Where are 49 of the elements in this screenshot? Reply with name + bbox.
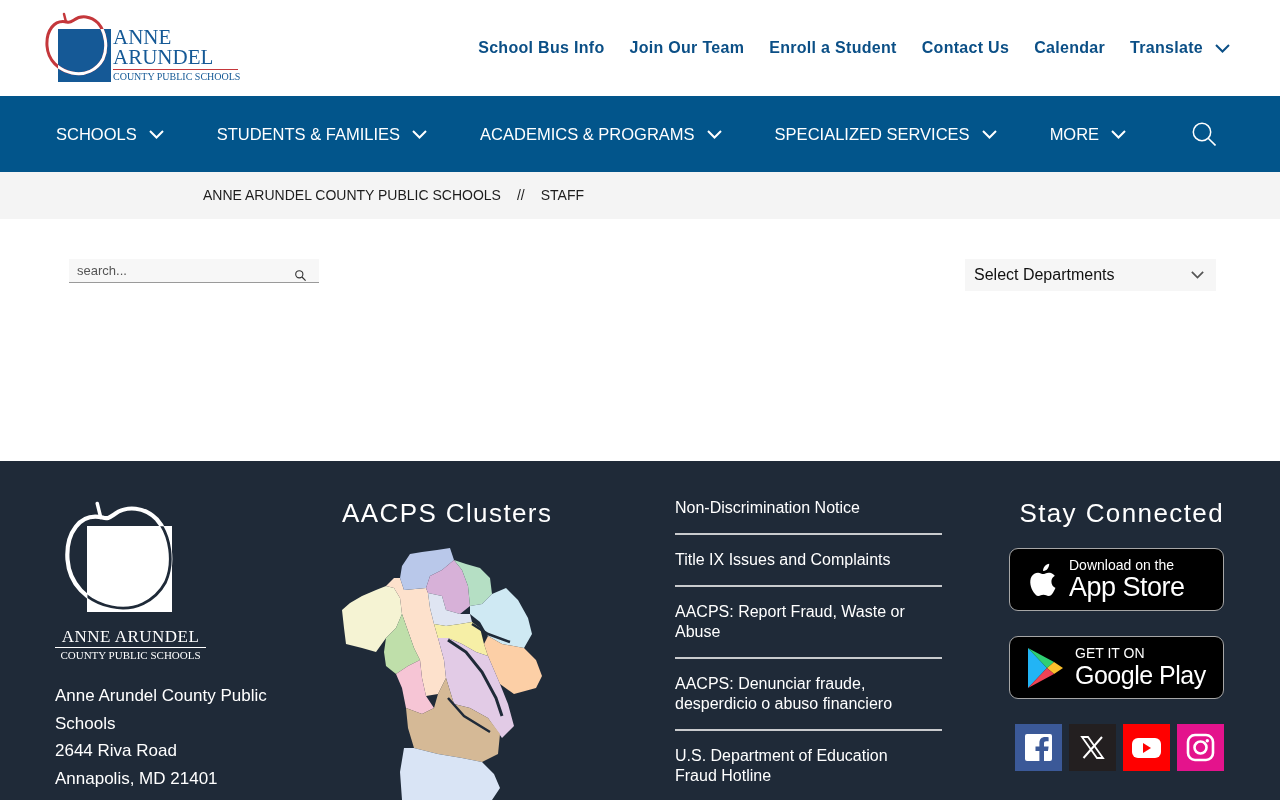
instagram-icon[interactable] (1177, 724, 1224, 771)
logo-text: ANNE (113, 27, 172, 47)
footer-link[interactable]: Title IX Issues and Complaints (675, 550, 920, 570)
youtube-icon[interactable] (1123, 724, 1170, 771)
x-logo-icon[interactable] (1069, 724, 1116, 771)
translate-menu[interactable]: Translate (1130, 36, 1230, 60)
app-store-badge[interactable]: Download on the App Store (1009, 548, 1224, 611)
clusters-heading: AACPS Clusters (342, 498, 553, 528)
utility-link[interactable]: Enroll a Student (769, 36, 897, 60)
logo-text: ARUNDEL (113, 47, 214, 67)
footer-link[interactable]: AACPS: Denunciar fraude, desperdicio o abuso financiero (675, 674, 920, 714)
footer-link[interactable]: Non-Discrimination Notice (675, 498, 920, 518)
footer-link[interactable]: AACPS: Report Fraud, Waste or Abuse (675, 602, 920, 642)
chevron-down-icon (148, 129, 164, 139)
logo-text: ANNE ARUNDEL (61, 628, 200, 646)
footer-link[interactable]: U.S. Department of Education Fraud Hotline (675, 746, 920, 786)
chevron-down-icon (706, 129, 722, 139)
nav-menu-button[interactable]: MORE (1049, 121, 1127, 147)
apple-icon (1027, 561, 1057, 598)
chevron-down-icon (1215, 43, 1230, 53)
chevron-down-icon (1191, 271, 1204, 279)
breadcrumb-link[interactable]: ANNE ARUNDEL COUNTY PUBLIC SCHOOLS (203, 185, 501, 206)
nav-menu-button[interactable]: SPECIALIZED SERVICES (774, 121, 997, 147)
breadcrumb-separator: // (516, 186, 525, 205)
nav-menu-button[interactable]: ACADEMICS & PROGRAMS (480, 121, 722, 147)
chevron-down-icon (412, 129, 428, 139)
utility-link[interactable]: School Bus Info (478, 36, 605, 60)
utility-link[interactable]: Join Our Team (629, 36, 745, 60)
chevron-down-icon (981, 129, 997, 139)
breadcrumb-current: STAFF (540, 186, 585, 205)
stay-connected-heading: Stay Connected (1019, 498, 1224, 528)
search-field[interactable]: search... (69, 259, 319, 283)
address-line: 2644 Riva Road (55, 740, 178, 762)
department-select[interactable]: Select Departments (965, 259, 1216, 291)
logo-text: COUNTY PUBLIC SCHOOLS (60, 649, 201, 661)
nav-menu-button[interactable]: STUDENTS & FAMILIES (216, 121, 428, 147)
google-play-badge[interactable]: GET IT ON Google Play (1009, 636, 1224, 699)
utility-link[interactable]: Calendar (1034, 36, 1106, 60)
logo-text: COUNTY PUBLIC SCHOOLS (113, 71, 241, 82)
play-triangle-icon (1025, 645, 1065, 690)
search-icon[interactable] (1192, 122, 1216, 146)
apple-square-icon[interactable] (45, 12, 112, 84)
nav-menu-button[interactable]: SCHOOLS (56, 121, 164, 147)
facebook-icon[interactable] (1015, 724, 1062, 771)
address-line: Annapolis, MD 21401 (55, 767, 219, 790)
utility-link[interactable]: Contact Us (921, 36, 1010, 60)
chevron-down-icon (1111, 129, 1127, 139)
address-line: Anne Arundel County Public Schools (55, 685, 268, 735)
search-icon[interactable] (295, 270, 306, 281)
